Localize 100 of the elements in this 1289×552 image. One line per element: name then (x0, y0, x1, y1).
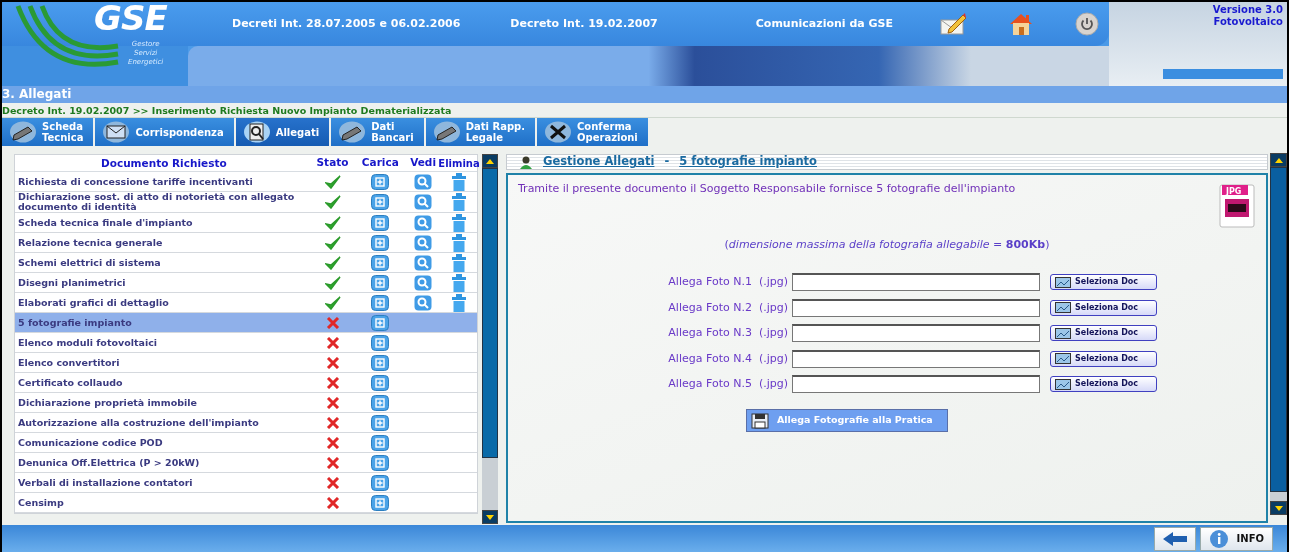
trash-icon[interactable] (452, 213, 467, 232)
document-name[interactable]: Disegni planimetrici (15, 277, 310, 288)
pencil-icon (10, 121, 36, 143)
document-name[interactable]: Comunicazione codice POD (15, 437, 310, 448)
search-icon[interactable] (414, 173, 433, 190)
file-path-field[interactable] (792, 324, 1040, 343)
document-name[interactable]: Denunica Off.Elettrica (P > 20kW) (15, 457, 310, 468)
add-icon[interactable] (371, 214, 390, 231)
picture-icon (1055, 327, 1071, 339)
scrollbar-track[interactable] (1270, 492, 1287, 501)
add-icon[interactable] (371, 234, 390, 251)
document-name[interactable]: Verbali di installazione contatori (15, 477, 310, 488)
search-icon[interactable] (414, 294, 433, 311)
nav-tab[interactable]: Dati Rapp. Legale (425, 118, 537, 146)
add-icon[interactable] (371, 454, 390, 471)
add-icon[interactable] (371, 354, 390, 371)
search-icon[interactable] (414, 214, 433, 231)
column-header: Elimina (441, 156, 477, 171)
file-path-field[interactable] (792, 349, 1040, 368)
document-name[interactable]: Elenco convertitori (15, 357, 310, 368)
document-name[interactable]: Elaborati grafici di dettaglio (15, 297, 310, 308)
description-text: Tramite il presente documento il Soggetto Responsabile fornisce 5 fotografie dell'impianto (518, 181, 1016, 197)
nav-tab[interactable]: Dati Bancari (331, 118, 426, 146)
product-label: Fotovoltaico (1213, 16, 1283, 28)
add-icon[interactable] (371, 173, 390, 190)
search-icon[interactable] (414, 254, 433, 271)
upload-label: Allega Foto N.3 (.jpg) (667, 325, 788, 341)
scrollbar-thumb[interactable] (1270, 167, 1287, 492)
up-arrow-icon (1274, 157, 1283, 163)
trash-icon[interactable] (452, 253, 467, 272)
search-icon[interactable] (414, 194, 433, 210)
file-path-field[interactable] (792, 375, 1040, 394)
column-header: Carica (360, 155, 400, 171)
trash-icon[interactable] (452, 172, 467, 191)
picture-icon (1055, 353, 1071, 365)
down-arrow-icon (1274, 505, 1283, 511)
select-document-button[interactable]: Seleziona Doc (1050, 376, 1157, 393)
nav-tab[interactable]: Corrispondenza (95, 118, 236, 146)
add-icon[interactable] (371, 254, 390, 271)
nav-tab[interactable]: Conferma Operazioni (537, 118, 650, 146)
add-icon[interactable] (371, 314, 390, 331)
edit-icon[interactable] (939, 12, 967, 36)
document-name[interactable]: Schemi elettrici di sistema (15, 257, 310, 268)
scrollbar-thumb[interactable] (482, 168, 498, 458)
add-icon[interactable] (371, 494, 390, 511)
upload-label: Allega Foto N.1 (.jpg) (667, 274, 788, 290)
add-icon[interactable] (371, 414, 390, 431)
document-name[interactable]: Relazione tecnica generale (15, 237, 310, 248)
scroll-down-button[interactable] (1270, 501, 1287, 515)
picture-icon (1055, 302, 1071, 314)
trash-icon[interactable] (452, 273, 467, 292)
file-path-field[interactable] (792, 273, 1040, 292)
document-name[interactable]: Certificato collaudo (15, 377, 310, 388)
document-name[interactable]: Richiesta di concessione tariffe incentivanti (15, 176, 310, 187)
power-icon[interactable] (1075, 12, 1099, 36)
select-document-button[interactable]: Seleziona Doc (1050, 274, 1157, 291)
add-icon[interactable] (371, 274, 390, 291)
version-label: Versione 3.0 (1212, 4, 1283, 16)
add-icon[interactable] (371, 474, 390, 491)
column-header: Documento Richiesto (100, 158, 228, 168)
panel-title-link[interactable]: Gestione Allegati (543, 153, 655, 171)
add-icon[interactable] (371, 334, 390, 351)
panel-subtitle-link[interactable]: 5 fotografie impianto (679, 153, 817, 171)
select-document-button[interactable]: Seleziona Doc (1050, 350, 1157, 367)
nav-tab[interactable]: Scheda Tecnica (2, 118, 96, 146)
column-header: Stato (315, 155, 350, 171)
info-icon (1208, 528, 1229, 549)
back-button[interactable] (1153, 526, 1196, 551)
column-header: Vedi (409, 155, 437, 171)
document-name[interactable]: Elenco moduli fotovoltaici (15, 337, 310, 348)
add-icon[interactable] (371, 434, 390, 451)
search-icon[interactable] (414, 274, 433, 291)
file-path-field[interactable] (792, 298, 1040, 317)
add-icon[interactable] (371, 394, 390, 411)
pencil-icon (433, 121, 460, 143)
search-icon[interactable] (414, 234, 433, 251)
scroll-up-button[interactable] (482, 154, 498, 168)
nav-tab[interactable]: Allegati (235, 118, 332, 146)
select-document-button[interactable]: Seleziona Doc (1050, 325, 1157, 342)
magnifier-icon (243, 121, 270, 143)
trash-icon[interactable] (452, 193, 467, 211)
scroll-up-button[interactable] (1270, 153, 1287, 167)
document-name[interactable]: Scheda tecnica finale d'impianto (15, 217, 310, 228)
select-document-button[interactable]: Seleziona Doc (1050, 299, 1157, 316)
document-name[interactable]: Dichiarazione sost. di atto di notorietà con allegato documento di identità (15, 192, 310, 212)
trash-icon[interactable] (452, 233, 467, 252)
tools-icon (545, 121, 571, 143)
add-icon[interactable] (371, 374, 390, 391)
info-button[interactable]: INFO (1199, 526, 1273, 551)
title-separator: - (664, 153, 670, 171)
picture-icon (1055, 276, 1071, 288)
logo-text: GSE (94, 0, 167, 38)
add-icon[interactable] (371, 194, 390, 210)
trash-icon[interactable] (452, 293, 467, 312)
down-arrow-icon (486, 514, 494, 520)
document-name[interactable]: Dichiarazione proprietà immobile (15, 397, 310, 408)
scroll-down-button[interactable] (482, 510, 498, 524)
add-icon[interactable] (371, 294, 390, 311)
document-name[interactable]: Censimp (15, 497, 310, 508)
document-name[interactable]: Autorizzazione alla costruzione dell'impianto (15, 417, 310, 428)
